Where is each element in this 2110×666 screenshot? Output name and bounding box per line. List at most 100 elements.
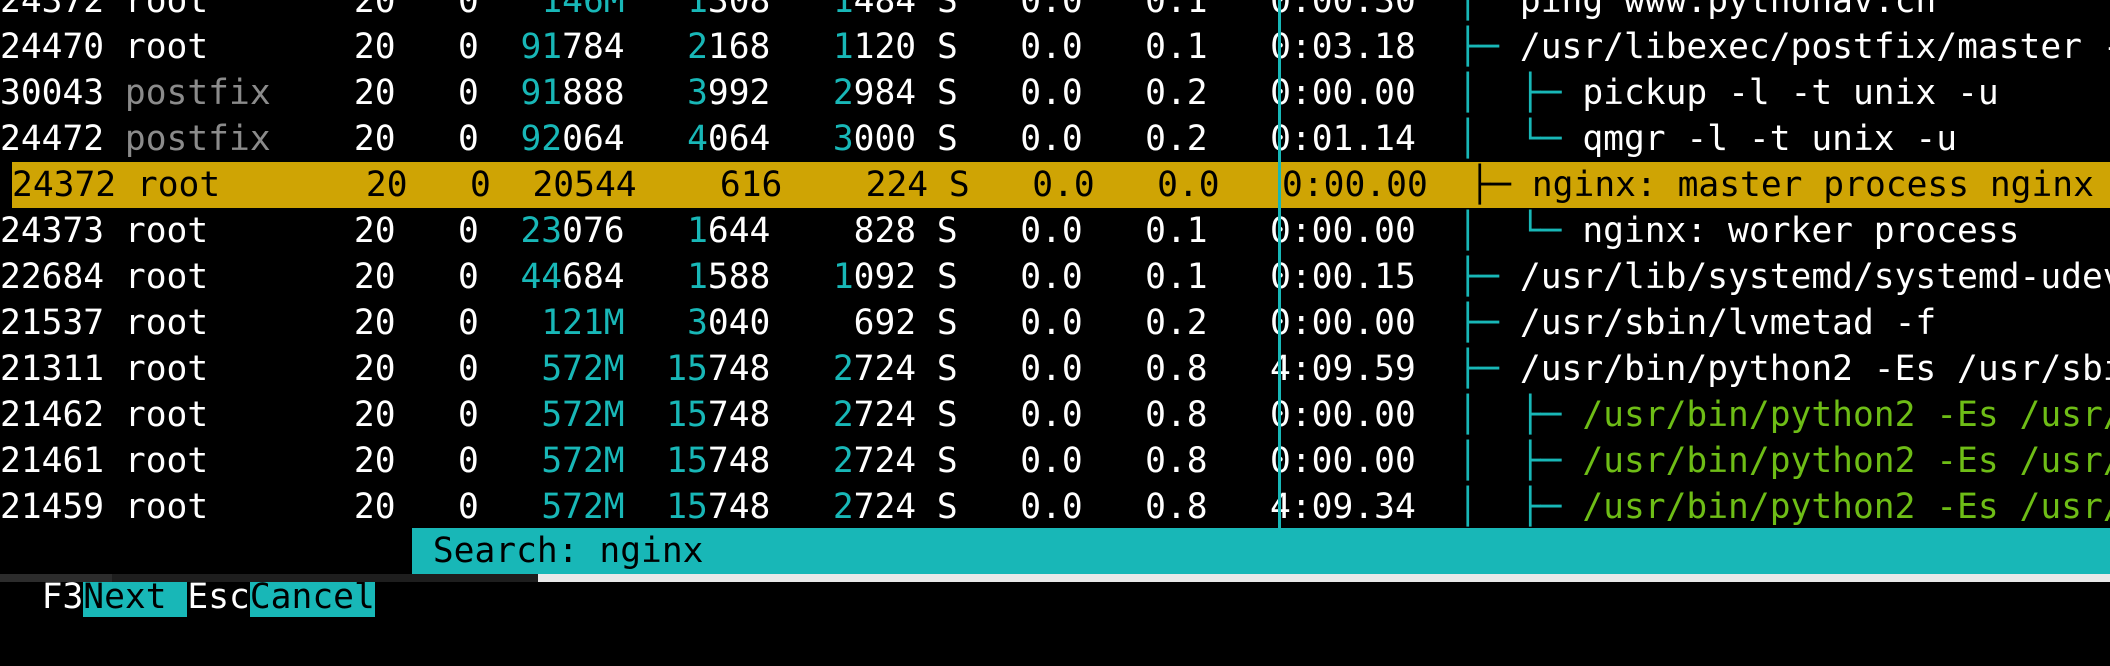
virt-cell: 572M (479, 395, 625, 435)
shr-cell: 1120 (832, 27, 917, 67)
cpu-cell: 0.0 (957, 441, 1083, 481)
cpu-cell: 0.0 (957, 211, 1083, 251)
virt-cell: 572M (479, 349, 625, 389)
command-cell: /usr/bin/python2 -Es /usr/sbin/tuned (1582, 441, 2110, 481)
process-row[interactable]: 21311 root 20 0 572M 15748 2724 S 0.0 0.… (0, 346, 2110, 392)
time-cell: 0:00.00 (1219, 165, 1449, 205)
nice-cell: 0 (395, 119, 479, 159)
process-row[interactable]: 22684 root 20 0 44684 1588 1092 S 0.0 0.… (0, 254, 2110, 300)
pid-cell: 21462 (0, 395, 105, 435)
pid-cell: 22684 (0, 257, 105, 297)
shr-cell: 2724 (832, 395, 917, 435)
pid-cell: 24372 (0, 0, 105, 21)
command-cell: /usr/sbin/lvmetad -f (1519, 303, 1937, 343)
process-row[interactable]: 24470 root 20 0 91784 2168 1120 S 0.0 0.… (0, 24, 2110, 70)
priority-cell: 20 (324, 165, 408, 205)
res-high: 3 (687, 73, 708, 113)
search-bar[interactable]: Search: nginx (412, 528, 2110, 574)
mem-cell: 0.1 (1082, 27, 1208, 67)
res-cell: 2168 (687, 27, 771, 67)
res-cell: 616 (719, 165, 783, 205)
virt-high: 44 (520, 257, 563, 297)
virt-high: 91 (520, 27, 563, 67)
mem-cell: 0.2 (1082, 119, 1208, 159)
cpu-cell: 0.0 (957, 349, 1083, 389)
user-cell: root (104, 395, 313, 435)
nice-cell: 0 (395, 303, 479, 343)
nice-cell: 0 (395, 441, 479, 481)
time-cell: 0:01.14 (1207, 119, 1437, 159)
process-row[interactable]: 30043 postfix 20 0 91888 3992 2984 S 0.0… (0, 70, 2110, 116)
state-cell: S (916, 441, 958, 481)
process-row[interactable]: 24372 root 20 0 20544 616 224 S 0.0 0.0 … (12, 162, 2110, 208)
search-input[interactable]: nginx (599, 531, 703, 571)
nice-cell: 0 (395, 73, 479, 113)
process-row[interactable]: 24472 postfix 20 0 92064 4064 3000 S 0.0… (0, 116, 2110, 162)
command-cell: /usr/libexec/postfix/master -w (1519, 27, 2110, 67)
virt-cell: 44684 (520, 257, 625, 297)
command-cell: /usr/bin/python2 -Es /usr/sbin/tuned (1582, 395, 2110, 435)
process-row[interactable]: 21461 root 20 0 572M 15748 2724 S 0.0 0.… (0, 438, 2110, 484)
tree-branch: │ ├─ (1436, 395, 1583, 435)
res-cell: 15748 (666, 487, 771, 527)
shr-cell: 224 (865, 165, 929, 205)
res-cell: 3040 (687, 303, 771, 343)
res-cell: 15748 (666, 395, 771, 435)
user-cell: root (104, 441, 313, 481)
cancel-button[interactable]: Cancel (249, 577, 375, 617)
shr-high: 2 (832, 349, 854, 389)
shr-high: 3 (832, 119, 854, 159)
state-cell: S (916, 349, 958, 389)
shr-cell: 2724 (832, 349, 917, 389)
priority-cell: 20 (312, 211, 396, 251)
process-row[interactable]: 24373 root 20 0 23076 1644 828 S 0.0 0.1… (0, 208, 2110, 254)
time-cell: 4:09.34 (1207, 487, 1437, 527)
process-row[interactable]: 24372 root 20 0 146M 1308 1484 S 0.0 0.1… (0, 0, 2110, 24)
virt-high: 572M (541, 441, 625, 481)
virt-high: 572M (541, 349, 625, 389)
command-cell: /usr/bin/python2 -Es /usr/sbin/tuned (1582, 487, 2110, 527)
state-cell: S (916, 119, 958, 159)
res-cell: 1644 (687, 211, 771, 251)
state-cell: S (928, 165, 970, 205)
esc-key[interactable]: Esc (187, 577, 250, 617)
process-row[interactable]: 21462 root 20 0 572M 15748 2724 S 0.0 0.… (0, 392, 2110, 438)
time-cell: 0:00.00 (1207, 395, 1437, 435)
nice-cell: 0 (395, 27, 479, 67)
virt-cell: 92064 (520, 119, 625, 159)
shr-high: 1 (832, 27, 854, 67)
priority-cell: 20 (312, 303, 396, 343)
pid-cell: 21537 (0, 303, 105, 343)
nice-cell: 0 (395, 349, 479, 389)
pid-cell: 24470 (0, 27, 105, 67)
f3-key[interactable]: F3 (41, 577, 84, 617)
shr-high: 2 (832, 395, 854, 435)
shr-cell: 692 (853, 303, 917, 343)
user-cell: root (104, 0, 313, 21)
cpu-cell: 0.0 (969, 165, 1095, 205)
shr-cell: 828 (853, 211, 917, 251)
mem-cell: 0.8 (1082, 395, 1208, 435)
process-row[interactable]: 21459 root 20 0 572M 15748 2724 S 0.0 0.… (0, 484, 2110, 530)
underlying-window-strip (0, 574, 2110, 582)
next-button[interactable]: Next (83, 577, 167, 617)
virt-high: 572M (541, 395, 625, 435)
user-cell: root (104, 487, 313, 527)
pid-cell: 24472 (0, 119, 105, 159)
priority-cell: 20 (312, 73, 396, 113)
virt-cell: 23076 (520, 211, 625, 251)
user-cell: root (104, 303, 313, 343)
virt-high: 92 (520, 119, 563, 159)
pid-cell: 30043 (0, 73, 105, 113)
priority-cell: 20 (312, 441, 396, 481)
virt-high: 20 (532, 165, 575, 205)
process-row[interactable]: 21537 root 20 0 121M 3040 692 S 0.0 0.2 … (0, 300, 2110, 346)
priority-cell: 20 (312, 487, 396, 527)
virt-high: 572M (541, 487, 625, 527)
command-cell: nginx: master process nginx (1531, 165, 2094, 205)
virt-cell: 91888 (520, 73, 625, 113)
tree-branch: │ ├─ (1436, 73, 1583, 113)
res-high: 15 (666, 441, 708, 481)
tree-branch: ├─ (1448, 165, 1532, 205)
cpu-cell: 0.0 (957, 487, 1083, 527)
